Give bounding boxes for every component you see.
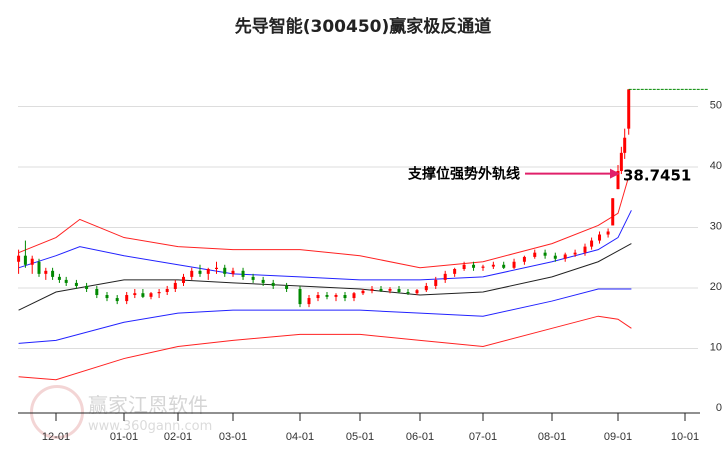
band-upper-red xyxy=(18,178,629,269)
x-tick-label: 12-01 xyxy=(42,431,70,443)
candle-body xyxy=(434,279,438,286)
candle-body xyxy=(553,255,557,259)
candle-body xyxy=(37,261,41,274)
candle-body xyxy=(141,293,145,297)
candle-body xyxy=(44,270,48,274)
candle-body xyxy=(30,258,34,265)
candle-body xyxy=(352,293,356,299)
candle-body xyxy=(370,288,374,291)
band-lower-blue xyxy=(18,288,632,344)
candle-body xyxy=(627,89,631,129)
candle-body xyxy=(182,276,185,283)
y-tick-label: 40 xyxy=(710,160,722,172)
x-tick-label: 08-01 xyxy=(538,431,566,443)
annotation-label: 支撑位强势外轨线 xyxy=(407,166,520,183)
candle-body xyxy=(251,276,255,280)
band-upper-blue xyxy=(18,210,632,281)
y-tick-label: 10 xyxy=(710,342,722,354)
candle-body xyxy=(198,270,202,274)
candle-body xyxy=(223,267,227,274)
chart-container: 先导智能(300450)赢家极反通道 赢家江恩软件 www.360gann.co… xyxy=(0,0,726,450)
candle-body xyxy=(23,255,27,265)
candle-body xyxy=(165,288,169,292)
candle-body xyxy=(623,137,627,153)
y-tick-label: 0 xyxy=(716,402,722,414)
candle-body xyxy=(74,282,78,286)
x-tick-label: 10-01 xyxy=(671,431,699,443)
x-tick-label: 07-01 xyxy=(469,431,497,443)
candle-body xyxy=(261,279,265,283)
candle-body xyxy=(298,288,302,305)
candle-body xyxy=(563,254,567,259)
candle-body xyxy=(271,282,275,286)
candle-body xyxy=(491,264,495,267)
candle-body xyxy=(206,269,210,274)
candle-body xyxy=(361,290,365,294)
candle-body xyxy=(125,295,129,302)
candle-body xyxy=(173,282,177,289)
annotation-value: 38.7451 xyxy=(623,167,691,185)
candle-body xyxy=(334,295,338,297)
x-tick-label: 01-01 xyxy=(110,431,138,443)
candle-body xyxy=(231,270,235,274)
y-tick-label: 30 xyxy=(710,221,722,233)
band-middle-black xyxy=(18,243,632,311)
candle-body xyxy=(502,264,506,268)
candle-body xyxy=(307,298,311,305)
candle-body xyxy=(512,261,516,268)
candle-body xyxy=(157,292,161,294)
x-tick-label: 03-01 xyxy=(219,431,247,443)
candle-body xyxy=(190,270,194,277)
y-tick-label: 20 xyxy=(710,281,722,293)
candle-body xyxy=(85,285,89,289)
candle-body xyxy=(57,276,61,280)
x-tick-label: 06-01 xyxy=(406,431,434,443)
candle-body xyxy=(415,290,419,294)
candle-body xyxy=(462,264,466,270)
candle-body xyxy=(285,285,289,289)
candle-body xyxy=(481,266,485,268)
candle-body xyxy=(316,295,320,299)
candle-body xyxy=(543,252,547,256)
candle-body xyxy=(397,288,401,292)
candle-body xyxy=(533,252,537,257)
candlestick-chart: 0 10 20 30 40 50 12-01 01-01 02-01 03-01 04-01 05-0… xyxy=(17,88,722,443)
candle-body xyxy=(443,273,447,280)
candle-body xyxy=(590,240,594,247)
candle-body xyxy=(388,288,392,291)
candle-body xyxy=(343,295,347,299)
candle-body xyxy=(325,295,329,297)
candle-body xyxy=(64,279,68,283)
candle-body xyxy=(17,255,21,262)
candle-body xyxy=(424,285,428,291)
candle-body xyxy=(133,293,137,296)
candle-body xyxy=(95,288,99,296)
candle-body xyxy=(583,246,587,253)
candle-body xyxy=(115,298,119,302)
candle-body xyxy=(379,288,383,291)
candle-body xyxy=(598,234,602,241)
x-tick-label: 02-01 xyxy=(164,431,192,443)
candle-body xyxy=(453,269,457,274)
y-tick-label: 50 xyxy=(710,100,722,112)
x-tick-label: 05-01 xyxy=(346,431,374,443)
candle-body xyxy=(472,264,476,268)
candle-body xyxy=(215,267,218,270)
candle-body xyxy=(406,292,410,294)
candle-body xyxy=(241,270,245,277)
candle-body xyxy=(149,293,153,297)
candle-body xyxy=(606,231,610,235)
x-tick-label: 04-01 xyxy=(286,431,314,443)
candle-body xyxy=(51,270,55,277)
candle-body xyxy=(105,295,109,299)
candle-body xyxy=(573,252,577,255)
candle-body xyxy=(522,256,526,262)
candle-body xyxy=(611,198,615,226)
x-tick-label: 09-01 xyxy=(604,431,632,443)
